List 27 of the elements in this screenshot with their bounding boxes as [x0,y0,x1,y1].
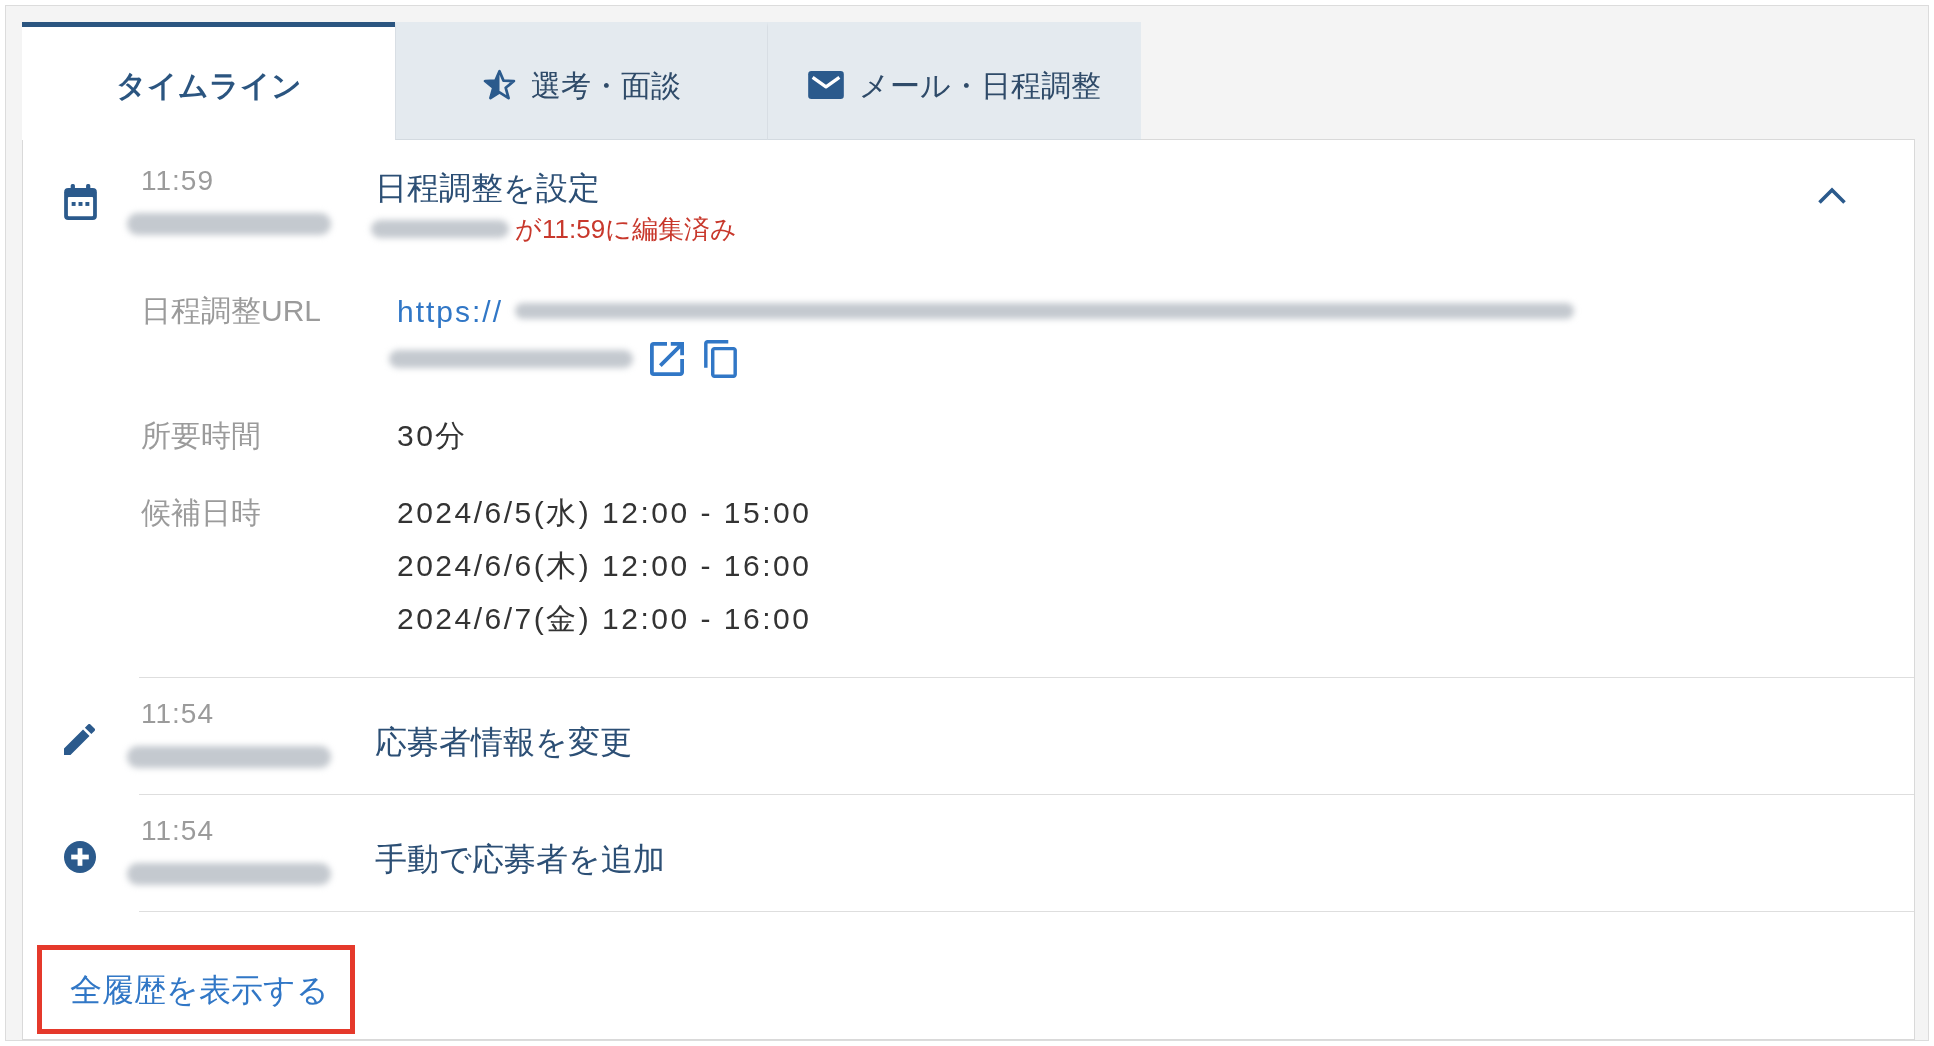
chevron-up-icon[interactable] [1817,186,1847,205]
url-link[interactable]: https:// [397,288,504,334]
detail-value: 30分 [397,418,468,454]
tab[interactable]: メール・日程調整 [767,22,1141,140]
copy-icon[interactable] [704,340,737,378]
star-icon [482,69,516,101]
tab[interactable]: タイムライン [22,22,395,140]
tab[interactable]: 選考・面談 [395,22,767,140]
show-all-history-link[interactable]: 全履歴を表示する [70,965,329,1014]
entry-title: 手動で応募者を追加 [375,840,666,879]
entry-time: 11:54 [141,697,215,731]
pencil-icon [64,724,95,755]
envelope-icon [808,71,844,99]
entry-time: 11:59 [141,164,215,198]
detail-value: 2024/6/7(金) 12:00 - 16:00 [397,601,812,637]
detail-value: 2024/6/6(木) 12:00 - 16:00 [397,548,812,584]
entry-time: 11:54 [141,814,215,848]
detail-value: 2024/6/5(水) 12:00 - 15:00 [397,495,812,531]
external-link-icon[interactable] [650,342,684,376]
calendar-icon [64,184,97,220]
plus-circle-icon [64,841,96,873]
detail-label: 候補日時 [140,495,262,531]
edit-note: が11:59に編集済み [515,212,738,246]
entry-title: 応募者情報を変更 [375,723,633,762]
detail-label: 日程調整URL [140,293,322,329]
entry-title: 日程調整を設定 [375,169,601,208]
detail-label: 所要時間 [140,418,262,454]
